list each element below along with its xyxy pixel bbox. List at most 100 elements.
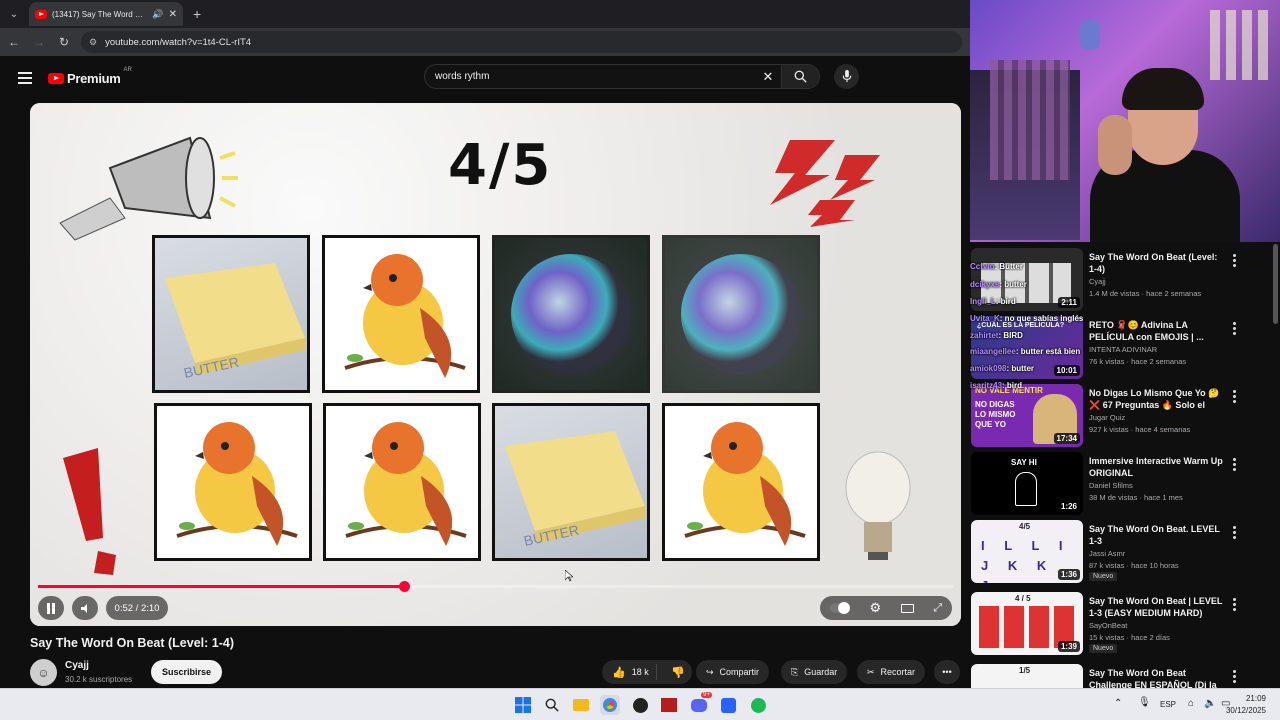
volume-tray-icon[interactable]: 🔈 [1204,698,1216,709]
obs-icon[interactable] [630,695,650,715]
rec-title[interactable]: Say The Word On Beat. LEVEL 1-3 [1089,523,1224,547]
app-icon-blue[interactable] [718,695,738,715]
more-vert-icon[interactable] [1230,390,1238,403]
rec-item[interactable]: 4/5 I L L I J K K J 1:36 Say The Word On… [970,520,1270,584]
youtube-premium-logo[interactable]: Premium AR [48,67,132,86]
windows-start-icon[interactable] [513,695,533,715]
rec-meta: 76 k vistas · hace 2 semanas [1089,357,1187,366]
site-info-icon[interactable]: ⚙ [89,37,97,48]
network-icon[interactable]: ⌂ [1188,698,1194,709]
lightbulb-illustration [845,451,911,560]
subscriber-count: 30.2 k suscriptores [65,675,133,684]
more-vert-icon[interactable] [1230,670,1238,683]
rec-thumbnail[interactable]: 1/5 [971,664,1083,688]
chat-user: Cctvio [970,262,995,271]
rec-channel[interactable]: SayOnBeat [1089,621,1127,630]
rec-channel[interactable]: Jassi Asmr [1089,549,1125,558]
rec-channel[interactable]: INTENTA ADIVINAR [1089,345,1157,354]
channel-name[interactable]: Cyajj [65,660,89,671]
search-button[interactable] [781,65,819,88]
video-player[interactable]: 4/5 BUTTER BUTTER 0:52 / 2:10 ⚙ ⤢ [30,103,961,626]
tab-close-icon[interactable]: ✕ [169,9,177,20]
voice-search-button[interactable] [834,64,859,89]
more-actions-button[interactable]: ••• [934,660,960,684]
more-vert-icon[interactable] [1230,254,1238,267]
pause-button[interactable] [38,596,64,620]
chat-line: Uvita_K: no que sabías inglés [970,314,1083,323]
more-vert-icon[interactable] [1230,458,1238,471]
reload-icon[interactable]: ↻ [53,35,75,49]
like-button[interactable]: 👍 18 k [602,664,657,680]
rec-thumbnail[interactable]: 4 / 5 1:39 [971,592,1083,655]
exclamation-illustration [63,448,116,575]
dislike-button[interactable]: 👎 [663,666,685,679]
cat-plush [1080,20,1100,50]
rec-title[interactable]: Say The Word On Beat Challenge EN ESPAÑO… [1089,667,1224,688]
rec-item[interactable]: 1/5 Say The Word On Beat Challenge EN ES… [970,664,1270,688]
search-icon[interactable] [542,695,562,715]
butter-icon: BUTTER [505,431,645,549]
discord-icon[interactable]: 9+ [689,692,712,715]
rec-item[interactable]: NO VALE MENTIR NO DIGAS LO MISMO QUE YO … [970,384,1270,448]
menu-icon[interactable] [18,72,32,84]
file-explorer-icon[interactable] [571,695,591,715]
rec-item[interactable]: SAY HI 1:26 Immersive Interactive Warm U… [970,452,1270,516]
url-text: youtube.com/watch?v=1t4-CL-rIT4 [105,36,252,48]
clear-search-icon[interactable]: ✕ [755,69,781,85]
rec-title[interactable]: Immersive Interactive Warm Up ORIGINAL [1089,455,1224,479]
search-input[interactable]: words rythm [425,71,755,82]
video-progress-bar[interactable] [38,581,953,592]
chrome-icon[interactable] [600,695,620,715]
spotify-icon[interactable] [748,695,768,715]
clip-label: Recortar [880,667,916,677]
theater-mode-icon[interactable] [900,603,914,613]
forward-arrow-icon[interactable]: → [28,35,50,49]
mic-tray-icon[interactable]: 🎙 [1138,697,1151,708]
more-vert-icon[interactable] [1230,526,1238,539]
rec-item[interactable]: 4 / 5 1:39 Say The Word On Beat | LEVEL … [970,592,1270,656]
autoplay-toggle-icon[interactable] [829,602,850,614]
rec-title[interactable]: Say The Word On Beat (Level: 1-4) [1089,251,1224,275]
tray-arrow-icon[interactable]: ⌃ [1114,698,1122,709]
new-tab-button[interactable]: + [193,6,201,22]
rec-title[interactable]: RETO 🧣😊 Adivina LA PELÍCULA con EMOJIS |… [1089,319,1224,343]
card-bird [323,403,481,561]
tab-search-icon[interactable]: ⌄ [3,4,25,24]
more-vert-icon[interactable] [1230,322,1238,335]
browser-toolbar: ← → ↻ ⚙ youtube.com/watch?v=1t4-CL-rIT4 [0,28,970,56]
rec-thumbnail[interactable]: 4/5 I L L I J K K J 1:36 [971,520,1083,583]
progress-scrubber[interactable] [399,581,410,592]
rec-thumbnail[interactable]: NO VALE MENTIR NO DIGAS LO MISMO QUE YO … [971,384,1083,447]
fullscreen-icon[interactable]: ⤢ [933,602,942,615]
settings-gear-icon[interactable]: ⚙ [869,600,881,616]
search-box[interactable]: words rythm ✕ [424,64,820,89]
share-button[interactable]: ↪ Compartir [696,660,770,684]
volume-button[interactable] [72,596,98,620]
channel-avatar[interactable]: ☺ [30,659,57,686]
subscribe-button[interactable]: Suscribirse [151,660,222,684]
tab-audio-icon[interactable]: 🔊 [152,9,163,20]
language-indicator[interactable]: ESP [1160,700,1176,709]
rec-title[interactable]: Say The Word On Beat | LEVEL 1-3 (EASY M… [1089,595,1224,619]
more-vert-icon[interactable] [1230,598,1238,611]
address-bar[interactable]: ⚙ youtube.com/watch?v=1t4-CL-rIT4 [81,31,962,53]
clip-button[interactable]: ✂ Recortar [857,660,926,684]
chat-message: : Butter [994,262,1023,271]
rec-duration: 1:39 [1057,641,1080,652]
rec-thumbnail[interactable]: SAY HI 1:26 [971,452,1083,515]
rec-meta: 927 k vistas · hace 4 semanas [1089,425,1191,434]
system-clock[interactable]: 21:09 30/12/2025 [1226,693,1266,717]
progress-played [38,585,404,588]
search-icon [794,70,807,83]
rec-title[interactable]: No Digas Lo Mismo Que Yo 🤔 ❌ 67 Pregunta… [1089,387,1224,411]
rec-channel[interactable]: Daniel Sfilms [1089,481,1133,490]
back-arrow-icon[interactable]: ← [3,35,25,49]
chat-message: : no que sabías inglés [999,314,1084,323]
recommendations-scrollbar[interactable] [1273,244,1278,324]
app-icon-red[interactable] [659,695,679,715]
browser-tab-active[interactable]: (13417) Say The Word On Beat 🔊 ✕ [29,2,183,26]
save-button[interactable]: ⎘ Guardar [781,660,848,684]
youtube-favicon-icon [35,9,47,19]
rec-channel[interactable]: Cyajj [1089,277,1106,286]
rec-channel[interactable]: Jugar Quiz [1089,413,1125,422]
